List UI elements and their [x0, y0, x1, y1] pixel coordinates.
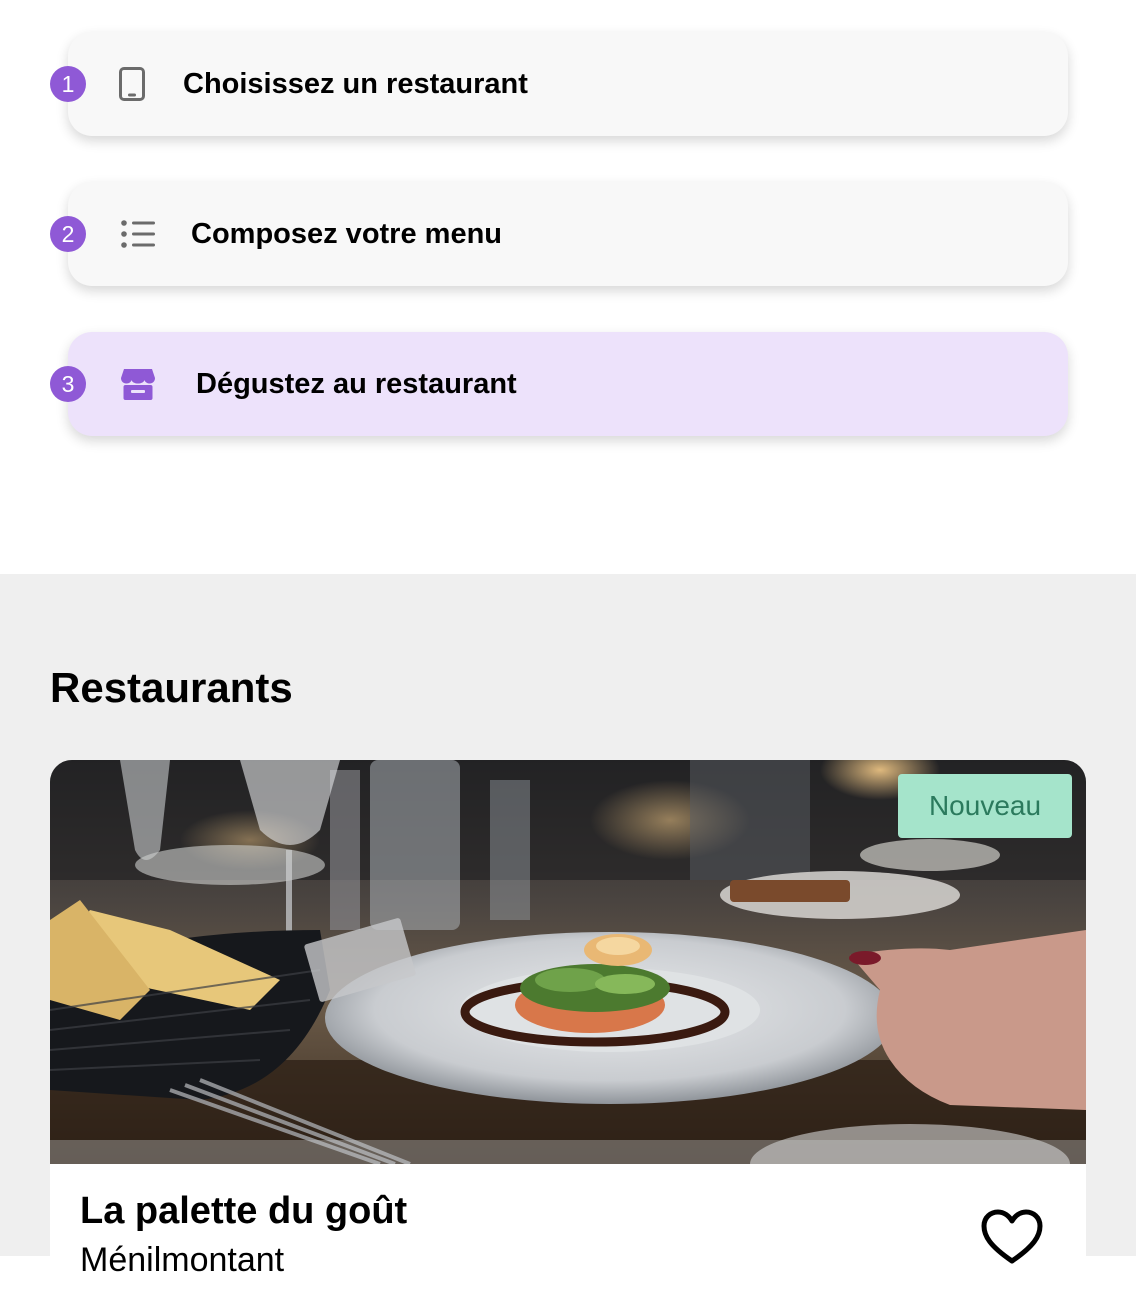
step-compose-menu[interactable]: 2 Composez votre menu [50, 182, 1068, 286]
restaurant-name: La palette du goût [80, 1190, 408, 1232]
step-number-badge: 2 [50, 216, 86, 252]
how-it-works-steps: 1 Choisissez un restaurant 2 Composez vo… [0, 0, 1136, 574]
step-label: Choisissez un restaurant [183, 68, 528, 100]
list-icon [118, 214, 158, 254]
step-choose-restaurant[interactable]: 1 Choisissez un restaurant [50, 32, 1068, 136]
restaurants-section: Restaurants Nouveau La palette du goût M… [0, 574, 1136, 1300]
heart-outline-icon[interactable] [980, 1208, 1044, 1266]
step-number-badge: 1 [50, 66, 86, 102]
step-label: Dégustez au restaurant [196, 368, 517, 400]
step-enjoy-restaurant[interactable]: 3 Dégustez au restaurant [50, 332, 1068, 436]
restaurant-location: Ménilmontant [80, 1241, 285, 1279]
storefront-icon [118, 364, 158, 404]
new-badge: Nouveau [898, 774, 1072, 838]
step-label: Composez votre menu [191, 218, 502, 250]
step-number-badge: 3 [50, 366, 86, 402]
restaurant-card[interactable]: Nouveau La palette du goût Ménilmontant [50, 760, 1086, 1300]
section-title: Restaurants [50, 664, 293, 711]
smartphone-icon [112, 64, 152, 104]
